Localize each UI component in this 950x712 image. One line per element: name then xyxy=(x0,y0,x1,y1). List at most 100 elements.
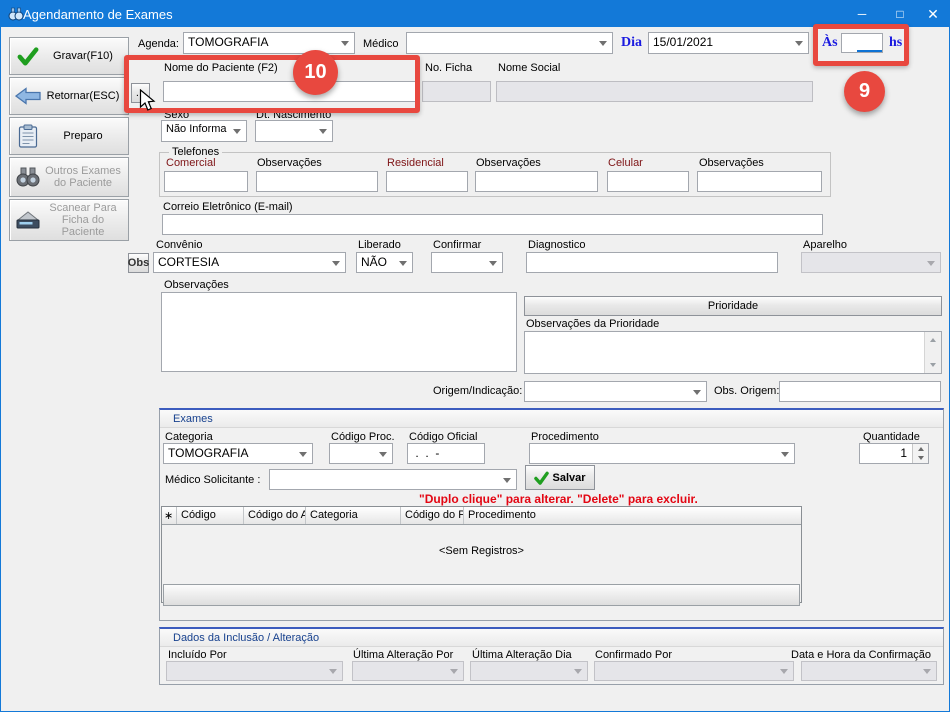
categoria-select[interactable]: TOMOGRAFIA xyxy=(163,443,313,464)
obs-prioridade-textarea[interactable] xyxy=(524,331,942,374)
app-icon xyxy=(8,7,24,21)
procedimento-select[interactable] xyxy=(529,443,795,464)
minimize-button[interactable]: ─ xyxy=(844,1,880,27)
confirmado-por-label: Confirmado Por xyxy=(595,649,672,661)
nome-social-label: Nome Social xyxy=(498,62,560,74)
obs-origem-input[interactable] xyxy=(779,381,941,402)
scanear-label: Scanear Para Ficha do Paciente xyxy=(42,202,124,238)
exames-grid-header: ∗ Código Código do A Categoria Código do… xyxy=(162,507,801,525)
close-button[interactable]: ✕ xyxy=(915,1,950,27)
agenda-select[interactable]: TOMOGRAFIA xyxy=(183,32,355,54)
sexo-value: Não Informa xyxy=(166,123,227,135)
diagnostico-input[interactable] xyxy=(526,252,778,273)
medico-solicitante-select[interactable] xyxy=(269,469,517,490)
grid-col-codigo-pr[interactable]: Código do Pr xyxy=(401,507,464,524)
green-check-icon xyxy=(534,471,549,485)
grid-col-procedimento[interactable]: Procedimento xyxy=(464,507,801,524)
no-ficha-label: No. Ficha xyxy=(425,62,472,74)
prioridade-header[interactable]: Prioridade xyxy=(524,296,942,316)
convenio-value: CORTESIA xyxy=(158,255,219,269)
email-input[interactable] xyxy=(162,214,823,235)
preparo-button[interactable]: Preparo xyxy=(9,117,129,155)
convenio-select[interactable]: CORTESIA xyxy=(153,252,346,273)
medico-select[interactable] xyxy=(406,32,613,54)
nome-paciente-input[interactable] xyxy=(163,81,417,102)
tel-obs1-label: Observações xyxy=(257,157,322,169)
obs-origem-label: Obs. Origem: xyxy=(714,385,779,397)
confirmar-label: Confirmar xyxy=(433,239,481,251)
arrow-left-icon xyxy=(14,87,42,105)
origem-label: Origem/Indicação: xyxy=(433,385,522,397)
sexo-select[interactable]: Não Informa xyxy=(161,120,247,142)
liberado-label: Liberado xyxy=(358,239,401,251)
chevron-down-icon xyxy=(329,669,337,674)
retornar-button[interactable]: Retornar(ESC) xyxy=(9,77,129,115)
gravar-label: Gravar(F10) xyxy=(42,50,124,62)
confirmar-select[interactable] xyxy=(431,252,503,273)
grid-col-codigo[interactable]: Código xyxy=(177,507,244,524)
nome-social-field xyxy=(496,81,813,102)
chevron-down-icon xyxy=(780,669,788,674)
chevron-down-icon xyxy=(332,261,340,266)
origem-select[interactable] xyxy=(524,381,707,402)
medico-solicitante-label: Médico Solicitante : xyxy=(165,474,260,486)
quantidade-value: 1 xyxy=(860,444,911,463)
chevron-down-icon xyxy=(379,452,387,457)
tel-obs3-input[interactable] xyxy=(697,171,822,192)
observacoes-textarea[interactable] xyxy=(161,292,517,372)
tel-residencial-input[interactable] xyxy=(386,171,468,192)
app-window: Agendamento de Exames ─ □ ✕ Agenda: TOMO… xyxy=(0,0,950,712)
codigo-proc-select[interactable] xyxy=(329,443,393,464)
retornar-label: Retornar(ESC) xyxy=(42,90,124,102)
agenda-value: TOMOGRAFIA xyxy=(188,35,268,49)
tel-comercial-input[interactable] xyxy=(164,171,248,192)
agenda-label: Agenda: xyxy=(138,38,179,50)
spinner-down-icon[interactable] xyxy=(913,454,928,464)
quantidade-label: Quantidade xyxy=(863,431,920,443)
incluido-por-select xyxy=(166,661,343,681)
maximize-button[interactable]: □ xyxy=(882,1,918,27)
dia-select[interactable]: 15/01/2021 xyxy=(648,32,809,54)
obs-button[interactable]: Obs xyxy=(128,253,149,273)
grid-col-selector[interactable]: ∗ xyxy=(162,507,177,524)
quantidade-stepper[interactable]: 1 xyxy=(859,443,929,464)
time-value: 00:00 xyxy=(857,50,883,53)
tel-comercial-label: Comercial xyxy=(166,157,216,169)
codigo-oficial-input[interactable]: . . - xyxy=(407,443,485,464)
grid-col-codigo-a[interactable]: Código do A xyxy=(244,507,306,524)
convenio-label: Convênio xyxy=(156,239,202,251)
aparelho-select xyxy=(801,252,941,273)
diagnostico-label: Diagnostico xyxy=(528,239,585,251)
dia-label: Dia xyxy=(621,35,642,51)
chevron-down-icon xyxy=(319,129,327,134)
window-title: Agendamento de Exames xyxy=(23,7,173,22)
salvar-button[interactable]: Salvar xyxy=(525,465,595,490)
title-bar: Agendamento de Exames ─ □ ✕ xyxy=(1,1,949,27)
tel-celular-input[interactable] xyxy=(607,171,689,192)
tel-celular-label: Celular xyxy=(608,157,643,169)
outros-exames-label: Outros Exames do Paciente xyxy=(42,165,124,189)
tel-obs1-input[interactable] xyxy=(256,171,378,192)
tel-obs2-input[interactable] xyxy=(475,171,598,192)
procedimento-label: Procedimento xyxy=(531,431,599,443)
grid-footer-bar[interactable] xyxy=(163,584,800,606)
prioridade-scrollbar[interactable] xyxy=(924,332,941,373)
clipboard-icon xyxy=(14,124,42,148)
obs-prioridade-label: Observações da Prioridade xyxy=(526,318,659,330)
spinner-up-icon[interactable] xyxy=(913,444,928,454)
chevron-down-icon xyxy=(399,261,407,266)
ultima-alteracao-por-label: Última Alteração Por xyxy=(353,649,453,661)
scroll-down-icon[interactable] xyxy=(925,357,941,373)
categoria-value: TOMOGRAFIA xyxy=(168,446,248,460)
chevron-down-icon xyxy=(599,41,607,46)
grid-col-categoria[interactable]: Categoria xyxy=(306,507,401,524)
time-input[interactable]: 00:00 xyxy=(841,33,883,53)
data-hora-confirmacao-select xyxy=(801,661,937,681)
gravar-button[interactable]: Gravar(F10) xyxy=(9,37,129,75)
liberado-select[interactable]: NÃO xyxy=(356,252,413,273)
scroll-up-icon[interactable] xyxy=(925,332,941,348)
tel-obs3-label: Observações xyxy=(699,157,764,169)
dt-nascimento-select[interactable] xyxy=(255,120,333,142)
mouse-cursor-icon xyxy=(139,89,157,115)
codigo-proc-label: Código Proc. xyxy=(331,431,395,443)
